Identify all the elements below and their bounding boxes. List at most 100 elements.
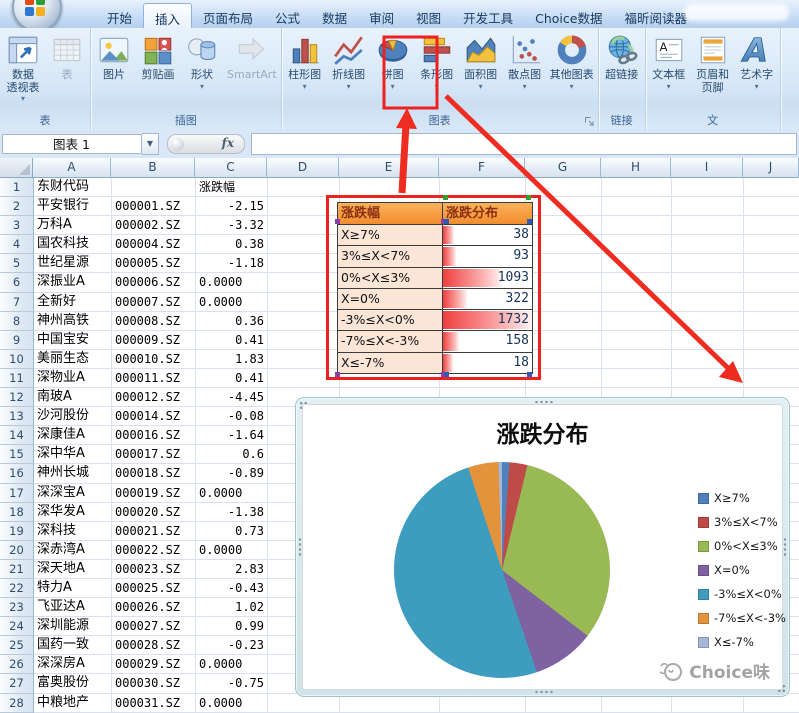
row-header-11[interactable]: 11	[0, 368, 34, 389]
cell[interactable]	[602, 368, 672, 389]
row-header-28[interactable]: 28	[0, 693, 34, 713]
row-header-2[interactable]: 2	[0, 197, 34, 217]
cell[interactable]: 000027.SZ	[112, 617, 196, 637]
cell[interactable]	[602, 178, 672, 198]
insert-function-button[interactable]: fx	[167, 134, 245, 154]
cell[interactable]: -0.08	[196, 407, 268, 427]
cell[interactable]	[744, 273, 799, 293]
cell[interactable]: 000030.SZ	[112, 674, 196, 694]
cell[interactable]: 000011.SZ	[112, 368, 196, 389]
cell[interactable]: 深中华A	[34, 445, 112, 465]
cell[interactable]: 000005.SZ	[112, 254, 196, 274]
cell[interactable]	[602, 197, 672, 217]
ribbon-button-超链接[interactable]: 超链接	[600, 30, 644, 82]
selection-handle[interactable]	[335, 219, 340, 224]
cell[interactable]: 万科A	[34, 216, 112, 236]
ribbon-button-面积图[interactable]: 面积图 ▾	[459, 30, 503, 91]
tab-审阅[interactable]: 审阅	[358, 3, 405, 28]
cell[interactable]: 2.83	[196, 559, 268, 579]
cell[interactable]: 深振业A	[34, 273, 112, 293]
cell[interactable]: 沙河股份	[34, 407, 112, 427]
cell[interactable]	[602, 254, 672, 274]
row-header-4[interactable]: 4	[0, 235, 34, 255]
cell[interactable]: 0.0000	[196, 273, 268, 293]
cell[interactable]: -0.89	[196, 464, 268, 484]
cell[interactable]: 0.0000	[196, 292, 268, 312]
cell[interactable]	[602, 235, 672, 255]
cell[interactable]: -1.38	[196, 502, 268, 522]
cell[interactable]: 000014.SZ	[112, 407, 196, 427]
cell[interactable]: 000026.SZ	[112, 598, 196, 618]
selection-handle[interactable]	[335, 372, 340, 377]
cell[interactable]: 000021.SZ	[112, 521, 196, 541]
ribbon-button-页眉和页脚[interactable]: 页眉和 页脚	[691, 30, 735, 94]
cell[interactable]	[672, 254, 744, 274]
cell[interactable]	[672, 273, 744, 293]
cell[interactable]: -2.15	[196, 197, 268, 217]
cell[interactable]: 深天地A	[34, 559, 112, 579]
selection-handle[interactable]	[526, 195, 531, 200]
cell[interactable]: 东财代码	[34, 178, 112, 198]
cell[interactable]: -0.75	[196, 674, 268, 694]
cell[interactable]: 000020.SZ	[112, 502, 196, 522]
cell[interactable]: 000017.SZ	[112, 445, 196, 465]
cell[interactable]: 深物业A	[34, 368, 112, 389]
row-header-25[interactable]: 25	[0, 636, 34, 656]
cell[interactable]: 0.99	[196, 617, 268, 637]
cell[interactable]: 特力A	[34, 578, 112, 599]
cell[interactable]	[672, 235, 744, 255]
column-header-B[interactable]: B	[111, 158, 195, 178]
cell[interactable]	[744, 369, 799, 389]
row-header-21[interactable]: 21	[0, 559, 34, 579]
tab-开发工具[interactable]: 开发工具	[452, 3, 524, 28]
row-header-15[interactable]: 15	[0, 445, 34, 465]
cell[interactable]: 000008.SZ	[112, 311, 196, 331]
pie-chart[interactable]	[394, 462, 610, 678]
ribbon-button-饼图[interactable]: 饼图 ▾	[371, 30, 415, 91]
cell[interactable]: 000025.SZ	[112, 578, 196, 599]
cell[interactable]: 0.73	[196, 521, 268, 541]
row-header-16[interactable]: 16	[0, 464, 34, 484]
chart-bottom-grip[interactable]	[534, 690, 554, 694]
column-header-D[interactable]: D	[267, 158, 339, 178]
cell[interactable]: -4.45	[196, 388, 268, 408]
cell[interactable]	[744, 350, 799, 369]
column-header-G[interactable]: G	[525, 158, 601, 178]
cell[interactable]	[602, 273, 672, 293]
tab-视图[interactable]: 视图	[405, 3, 452, 28]
cell[interactable]	[744, 293, 799, 312]
cell[interactable]	[602, 292, 672, 312]
cell[interactable]	[112, 178, 196, 198]
cell[interactable]	[672, 197, 744, 217]
selection-handle[interactable]	[444, 372, 449, 377]
selection-handle[interactable]	[443, 195, 448, 200]
cell[interactable]	[602, 216, 672, 236]
cell[interactable]: 神州长城	[34, 464, 112, 484]
cell[interactable]	[672, 349, 744, 369]
row-header-26[interactable]: 26	[0, 655, 34, 675]
ribbon-button-SmartArt[interactable]: SmartArt	[224, 30, 280, 82]
cell[interactable]: 000012.SZ	[112, 388, 196, 408]
cell[interactable]: 000019.SZ	[112, 483, 196, 503]
cell[interactable]	[602, 349, 672, 369]
cell[interactable]: 深深宝A	[34, 483, 112, 503]
cell[interactable]: 中粮地产	[34, 693, 112, 713]
tab-Choice数据[interactable]: Choice数据	[524, 3, 613, 28]
row-header-18[interactable]: 18	[0, 502, 34, 522]
column-header-F[interactable]: F	[439, 158, 525, 178]
cell[interactable]	[744, 254, 799, 274]
row-header-6[interactable]: 6	[0, 273, 34, 293]
cell[interactable]: 0.0000	[196, 540, 268, 560]
cell[interactable]	[672, 330, 744, 350]
cell[interactable]: -0.23	[196, 636, 268, 656]
cell[interactable]	[672, 311, 744, 331]
cell[interactable]	[744, 178, 799, 198]
cell[interactable]: 美丽生态	[34, 349, 112, 369]
tab-数据[interactable]: 数据	[311, 3, 358, 28]
cell[interactable]: 深康佳A	[34, 426, 112, 446]
cell[interactable]: 000009.SZ	[112, 330, 196, 350]
cell[interactable]	[744, 235, 799, 255]
cell[interactable]: 涨跌幅	[196, 178, 268, 198]
cell[interactable]: 0.6	[196, 445, 268, 465]
cell[interactable]: 000022.SZ	[112, 540, 196, 560]
